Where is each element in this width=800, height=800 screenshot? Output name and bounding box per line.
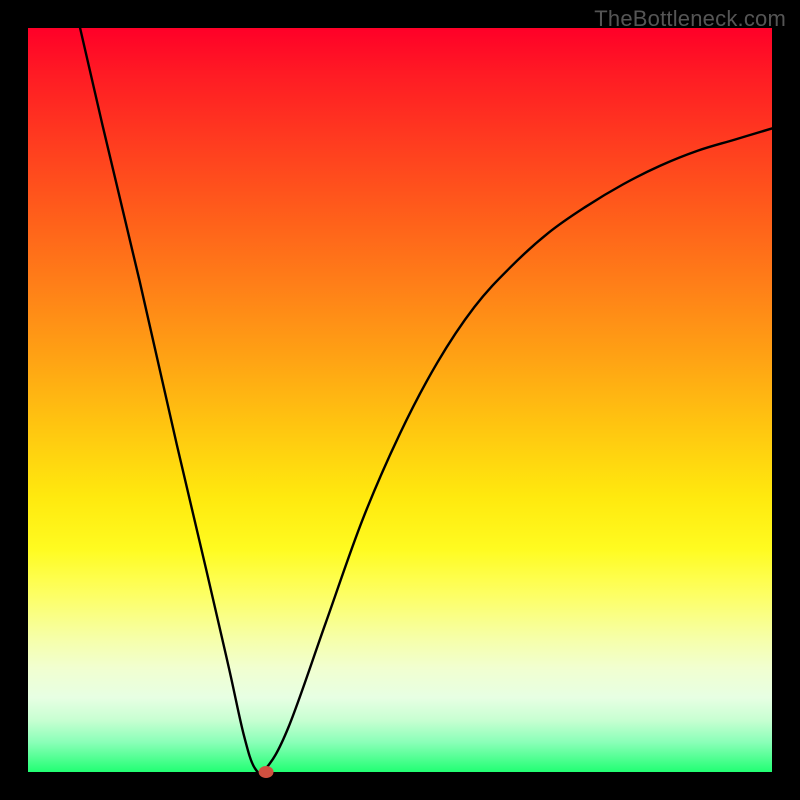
chart-frame: TheBottleneck.com: [0, 0, 800, 800]
plot-area: [28, 28, 772, 772]
bottleneck-curve: [80, 28, 772, 773]
curve-svg: [28, 28, 772, 772]
watermark-text: TheBottleneck.com: [594, 6, 786, 32]
minimum-marker: [259, 766, 274, 778]
